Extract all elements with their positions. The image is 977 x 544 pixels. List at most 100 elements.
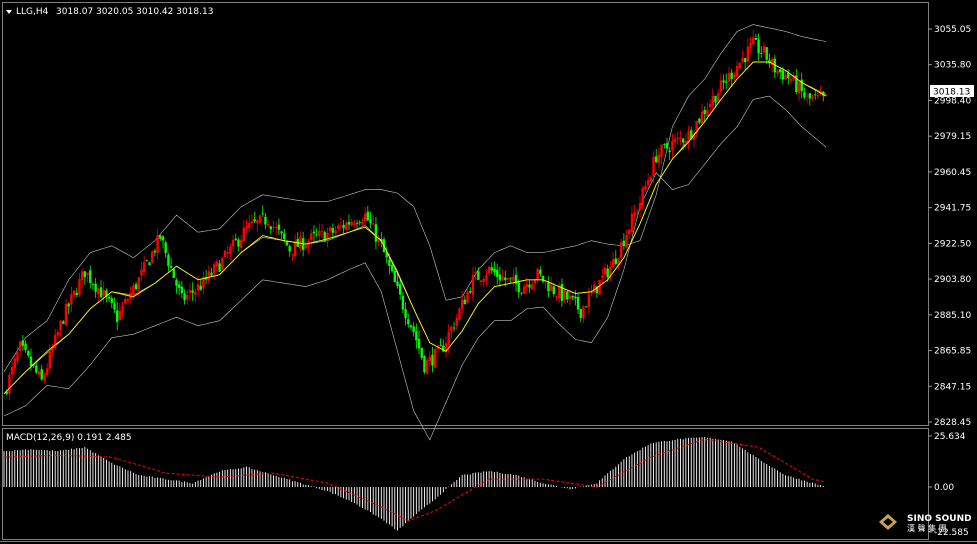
candle-body: [258, 215, 262, 223]
candle-body: [452, 327, 456, 329]
candle-body: [40, 369, 43, 380]
candle-body: [199, 285, 202, 290]
candle-body: [285, 241, 289, 246]
price-tick-label: 2941.75: [934, 204, 971, 214]
ohlc-values: 3018.07 3020.05 3010.42 3018.13: [56, 7, 213, 17]
macd-tick-label: 0.00: [934, 483, 954, 493]
candle-body: [331, 228, 334, 233]
candle-body: [280, 231, 283, 234]
candle-body: [560, 284, 564, 301]
candle-body: [124, 299, 127, 304]
candle-body: [630, 213, 634, 233]
candle-body: [808, 93, 812, 99]
candle-body: [242, 227, 246, 242]
candle-body: [121, 305, 124, 313]
candle-body: [584, 306, 588, 308]
candle-body: [482, 278, 485, 282]
symbol-menu-icon[interactable]: [6, 10, 12, 14]
candle-body: [668, 150, 671, 153]
candle-body: [153, 250, 157, 253]
price-tick-label: 2998.40: [934, 96, 971, 106]
candle-body: [485, 275, 488, 281]
candle-body: [266, 224, 270, 226]
candle-body: [415, 331, 418, 341]
candle-body: [372, 223, 375, 225]
candle-body: [140, 269, 143, 276]
candle-body: [35, 365, 38, 373]
candle-body: [603, 267, 607, 275]
candle-body: [700, 111, 704, 124]
candle-body: [725, 81, 728, 83]
candle-body: [528, 284, 531, 288]
candle-body: [487, 266, 491, 274]
candle-body: [490, 267, 494, 271]
candle-body: [749, 43, 752, 49]
candle-body: [797, 81, 801, 94]
candle-body: [784, 75, 787, 80]
candle-body: [778, 69, 782, 73]
candle-body: [169, 266, 173, 268]
candle-body: [18, 341, 22, 351]
candle-body: [43, 375, 46, 381]
candle-body: [679, 138, 682, 140]
candle-body: [277, 224, 281, 230]
price-tick-label: 2922.50: [934, 239, 971, 249]
price-tick-label: 2885.10: [934, 311, 971, 321]
candle-body: [172, 268, 175, 278]
candle-body: [671, 141, 674, 151]
candle-body: [56, 332, 60, 336]
candle-body: [237, 239, 240, 247]
candle-body: [787, 73, 790, 79]
price-tick-label: 3035.80: [934, 61, 971, 71]
candle-body: [21, 340, 25, 346]
candle-body: [738, 62, 741, 69]
candle-body: [361, 221, 364, 225]
candle-body: [37, 371, 41, 375]
candle-body: [312, 231, 316, 234]
candle-body: [115, 310, 119, 322]
candle-body: [404, 309, 407, 319]
macd-label: MACD(12,26,9) 0.191 2.485: [6, 433, 132, 443]
candle-body: [638, 202, 642, 210]
candle-body: [520, 292, 523, 294]
candle-body: [239, 239, 243, 249]
candle-body: [719, 80, 723, 92]
candle-body: [132, 285, 135, 296]
candle-body: [64, 303, 68, 326]
candle-body: [752, 37, 755, 45]
candle-body: [493, 268, 496, 273]
candle-body: [757, 39, 760, 54]
candle-body: [355, 223, 359, 224]
candle-body: [711, 95, 715, 106]
candle-body: [374, 224, 378, 242]
candle-body: [746, 46, 750, 62]
candle-body: [727, 72, 731, 82]
candle-body: [571, 295, 574, 298]
candle-body: [425, 360, 429, 374]
candle-body: [805, 95, 809, 97]
candle-body: [803, 92, 806, 98]
candle-body: [264, 216, 267, 225]
candle-body: [29, 356, 33, 367]
candle-body: [549, 284, 553, 291]
candle-body: [159, 235, 162, 239]
candle-body: [517, 282, 520, 293]
candle-body: [466, 291, 469, 303]
candle-body: [735, 66, 739, 77]
candle-body: [646, 180, 650, 186]
candle-body: [663, 144, 666, 145]
candle-body: [676, 137, 679, 139]
candle-body: [304, 245, 308, 249]
candle-body: [706, 109, 709, 117]
candle-body: [62, 321, 65, 324]
candle-body: [673, 138, 677, 143]
candle-body: [175, 280, 178, 286]
candle-body: [498, 274, 502, 281]
candle-body: [431, 354, 434, 366]
candle-body: [99, 287, 103, 298]
candle-body: [283, 233, 286, 240]
candle-body: [345, 222, 348, 230]
candle-body: [191, 290, 194, 293]
candle-body: [633, 212, 636, 217]
candle-body: [396, 281, 399, 287]
